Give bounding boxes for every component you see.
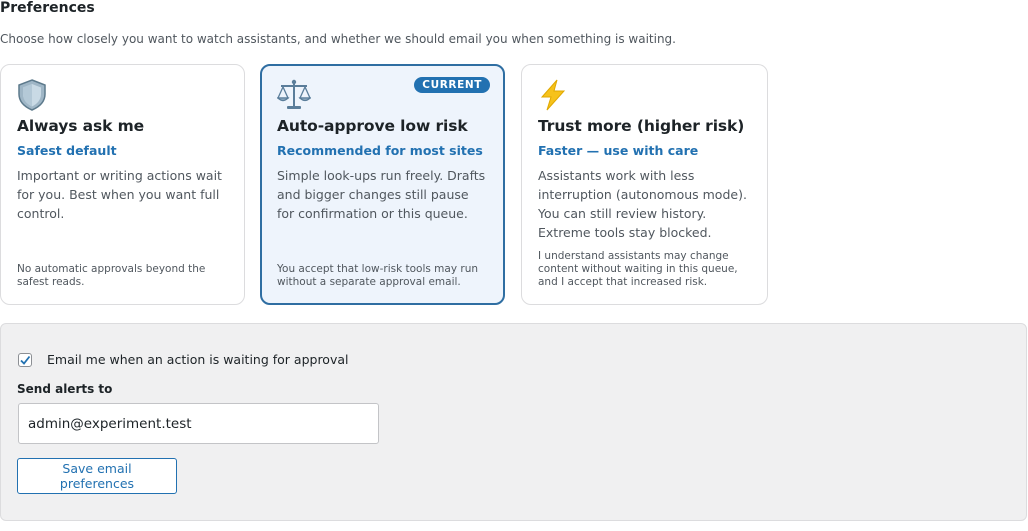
mode-description: Important or writing actions wait for yo… [17, 168, 222, 221]
page-title: Preferences [0, 0, 95, 16]
mode-title: Trust more (higher risk) [538, 117, 745, 135]
mode-tag: Recommended for most sites [277, 143, 483, 158]
mode-note: No automatic approvals beyond the safest… [17, 263, 206, 288]
mode-title: Always ask me [17, 117, 145, 135]
save-email-preferences-button[interactable]: Save email preferences [17, 458, 177, 494]
mode-note: I understand assistants may change conte… [538, 250, 738, 288]
email-field[interactable] [18, 403, 379, 444]
email-alert-label: Email me when an action is waiting for a… [47, 352, 349, 367]
email-alert-option[interactable]: Email me when an action is waiting for a… [18, 352, 348, 367]
mode-description: Simple look-ups run freely. Drafts and b… [277, 168, 486, 221]
email-alert-checkbox[interactable] [18, 352, 32, 367]
checkmark-icon [20, 355, 31, 365]
mode-title: Auto-approve low risk [277, 117, 468, 135]
mode-card-auto-approve[interactable]: CURRENT Auto-approve low risk Recommende… [260, 64, 505, 305]
mode-description: Assistants work with less interruption (… [538, 168, 747, 240]
lightning-icon [538, 79, 751, 113]
mode-tag: Safest default [17, 143, 117, 158]
page-subtitle: Choose how closely you want to watch ass… [0, 32, 676, 46]
email-preferences-panel: Email me when an action is waiting for a… [0, 323, 1027, 521]
mode-note: You accept that low-risk tools may run w… [277, 263, 479, 288]
mode-tag: Faster — use with care [538, 143, 699, 158]
mode-card-always-ask[interactable]: Always ask me Safest default Important o… [0, 64, 245, 305]
send-alerts-label: Send alerts to [17, 382, 113, 396]
current-badge: CURRENT [414, 77, 490, 93]
mode-card-trust-more[interactable]: Trust more (higher risk) Faster — use wi… [521, 64, 768, 305]
shield-icon [17, 79, 228, 113]
